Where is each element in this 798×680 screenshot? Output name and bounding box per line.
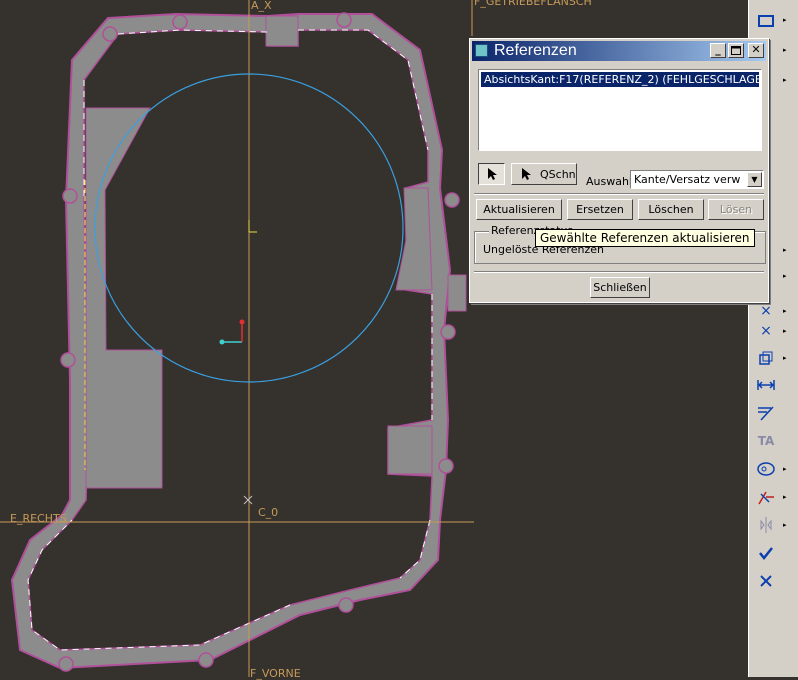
boss bbox=[62, 188, 78, 204]
boss bbox=[102, 26, 118, 42]
mirror-icon bbox=[755, 514, 777, 536]
boss bbox=[60, 352, 76, 368]
auswahl-dropdown[interactable]: Kante/Versatz verw ▼ bbox=[630, 170, 764, 189]
list-item[interactable]: AbsichtsKant:F17(REFERENZ_2) (FEHLGESCHL… bbox=[481, 72, 759, 87]
csys-x-point bbox=[219, 339, 225, 345]
chevron-right-icon[interactable]: ▸ bbox=[783, 46, 791, 54]
datum-label-getriebeflansch: F_GETRIEBEFLANSCH bbox=[474, 0, 592, 8]
csys-y-point bbox=[239, 319, 245, 325]
chevron-right-icon[interactable]: ▸ bbox=[783, 493, 791, 501]
boss bbox=[172, 14, 188, 30]
accept-icon[interactable] bbox=[755, 542, 777, 564]
dialog-title: Referenzen bbox=[494, 42, 577, 59]
chevron-down-icon[interactable]: ▼ bbox=[747, 172, 762, 187]
loesen-button: Lösen bbox=[708, 199, 764, 220]
app-icon bbox=[475, 44, 488, 57]
chevron-right-icon[interactable]: ▸ bbox=[783, 354, 791, 362]
point-icon[interactable]: × bbox=[755, 320, 777, 342]
chevron-right-icon[interactable]: ▸ bbox=[783, 76, 791, 84]
boss bbox=[336, 12, 352, 28]
datum-label-c0: C_0 bbox=[258, 506, 279, 519]
separator bbox=[474, 193, 764, 195]
qschn-button[interactable]: QSchn bbox=[511, 163, 577, 185]
inner-block-notch bbox=[387, 425, 433, 475]
qschn-label: QSchn bbox=[540, 167, 576, 181]
auswahl-value: Kante/Versatz verw bbox=[634, 173, 741, 186]
rectangle-icon[interactable] bbox=[755, 10, 777, 32]
chevron-right-icon[interactable]: ▸ bbox=[783, 327, 791, 335]
close-icon: ✕ bbox=[751, 43, 761, 56]
cursor-arrow-icon bbox=[487, 168, 497, 180]
maximize-icon bbox=[731, 46, 741, 55]
references-dialog: Referenzen _ ✕ AbsichtsKant:F17(REFERENZ… bbox=[469, 38, 769, 303]
dimension-icon[interactable] bbox=[755, 374, 777, 396]
minimize-icon: _ bbox=[715, 43, 721, 56]
loeschen-button[interactable]: Löschen bbox=[638, 199, 704, 220]
datum-label-rechts: E_RECHTS bbox=[10, 512, 67, 525]
minimize-button[interactable]: _ bbox=[710, 43, 726, 58]
right-tab bbox=[447, 274, 467, 312]
auswahl-label: Auswahl bbox=[586, 175, 632, 188]
select-button[interactable] bbox=[478, 163, 505, 185]
cursor-arrow-icon bbox=[522, 168, 531, 180]
chevron-right-icon[interactable]: ▸ bbox=[783, 521, 791, 529]
close-button[interactable]: Schließen bbox=[590, 277, 650, 298]
chevron-right-icon[interactable]: ▸ bbox=[783, 16, 791, 24]
datum-label-a-x: A_X bbox=[251, 0, 272, 12]
aktualisieren-button[interactable]: Aktualisieren bbox=[476, 199, 562, 220]
text-icon: TA bbox=[757, 434, 775, 448]
boss bbox=[440, 324, 456, 340]
offset-icon[interactable] bbox=[755, 347, 777, 369]
modify-dimension-icon[interactable] bbox=[755, 402, 777, 424]
dialog-titlebar[interactable]: Referenzen _ ✕ bbox=[472, 41, 766, 61]
close-window-button[interactable]: ✕ bbox=[748, 43, 764, 58]
cancel-icon[interactable] bbox=[755, 570, 777, 592]
boss bbox=[338, 597, 354, 613]
chevron-right-icon[interactable]: ▸ bbox=[783, 272, 791, 280]
boss bbox=[198, 652, 214, 668]
boss bbox=[438, 458, 454, 474]
separator bbox=[474, 271, 764, 273]
point-icon[interactable]: × bbox=[755, 300, 777, 322]
boss bbox=[444, 192, 460, 208]
trim-icon[interactable] bbox=[755, 486, 777, 508]
chevron-right-icon[interactable]: ▸ bbox=[783, 246, 791, 254]
boss bbox=[58, 656, 74, 672]
palette-icon[interactable] bbox=[755, 458, 777, 480]
chevron-right-icon[interactable]: ▸ bbox=[783, 307, 791, 315]
reference-list[interactable]: AbsichtsKant:F17(REFERENZ_2) (FEHLGESCHL… bbox=[478, 69, 762, 151]
top-notch bbox=[265, 15, 299, 47]
ersetzen-button[interactable]: Ersetzen bbox=[567, 199, 633, 220]
maximize-button[interactable] bbox=[728, 43, 744, 58]
datum-label-vorne: F_VORNE bbox=[250, 667, 301, 680]
chevron-right-icon[interactable]: ▸ bbox=[783, 465, 791, 473]
tooltip: Gewählte Referenzen aktualisieren bbox=[535, 229, 755, 247]
